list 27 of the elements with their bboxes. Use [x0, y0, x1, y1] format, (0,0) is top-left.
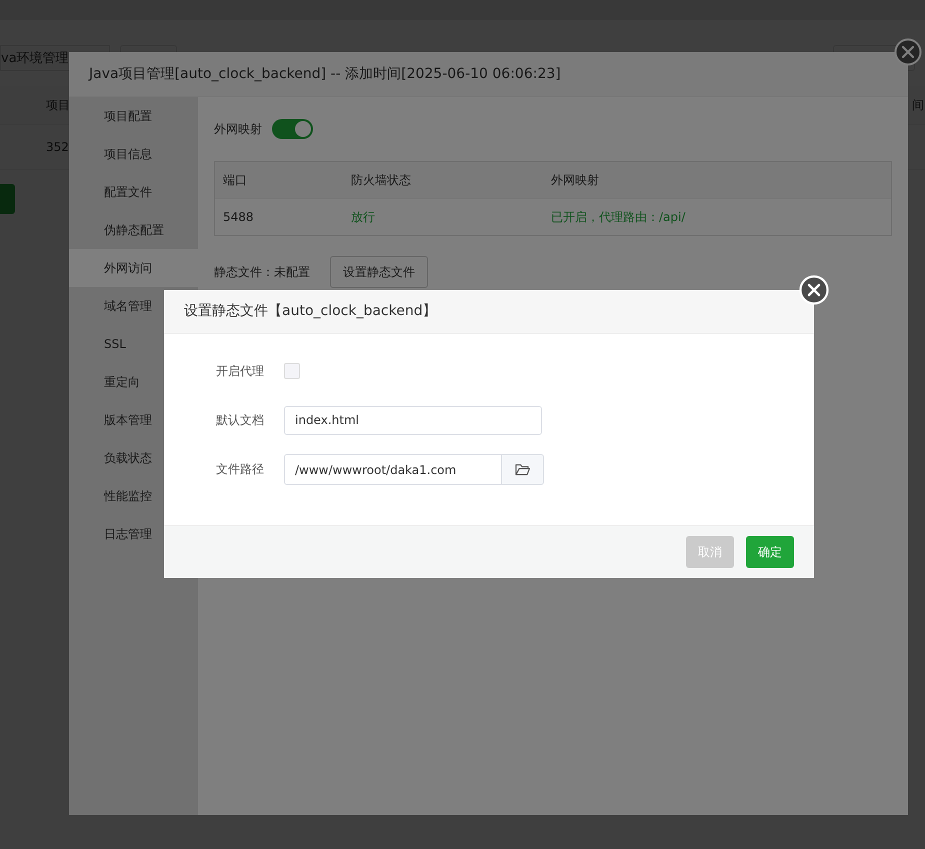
sidebar-item[interactable]: 配置文件: [69, 173, 198, 211]
sidebar-item[interactable]: 外网访问: [69, 249, 198, 287]
set-static-files-button[interactable]: 设置静态文件: [330, 256, 428, 288]
checkbox[interactable]: [284, 363, 300, 379]
table-cell-text: 5488: [222, 210, 255, 224]
column-header: 防火墙状态: [350, 172, 412, 188]
sidebar-item[interactable]: 项目配置: [69, 97, 198, 135]
status-label: 静态文件：未配置: [214, 264, 310, 280]
field-label: 开启代理: [216, 362, 265, 380]
folder-icon: [515, 463, 530, 476]
confirm-button[interactable]: 确定: [746, 536, 794, 568]
toggle-switch[interactable]: [272, 119, 313, 139]
window-title: Java项目管理[auto_clock_backend] -- 添加时间[2025-06-10 06:06:23]: [69, 52, 908, 97]
table-cell-text: 已开启，代理路由：/api/: [550, 208, 686, 226]
input-field[interactable]: /www/wwwroot/daka1.com: [284, 454, 502, 485]
table-cell-text: 放行: [350, 208, 376, 226]
dialog-title: 设置静态文件【auto_clock_backend】: [164, 290, 814, 334]
column-header: 端口: [222, 172, 248, 188]
field-label: 文件路径: [216, 461, 265, 478]
column-header: 外网映射: [550, 172, 599, 188]
toggle-label: 外网映射: [214, 120, 262, 138]
sidebar-item[interactable]: 伪静态配置: [69, 211, 198, 249]
close-icon[interactable]: [799, 275, 829, 305]
sidebar-item[interactable]: 项目信息: [69, 135, 198, 173]
field-label: 默认文档: [216, 412, 265, 428]
input-field[interactable]: index.html: [284, 406, 542, 434]
browse-button[interactable]: [502, 454, 544, 485]
